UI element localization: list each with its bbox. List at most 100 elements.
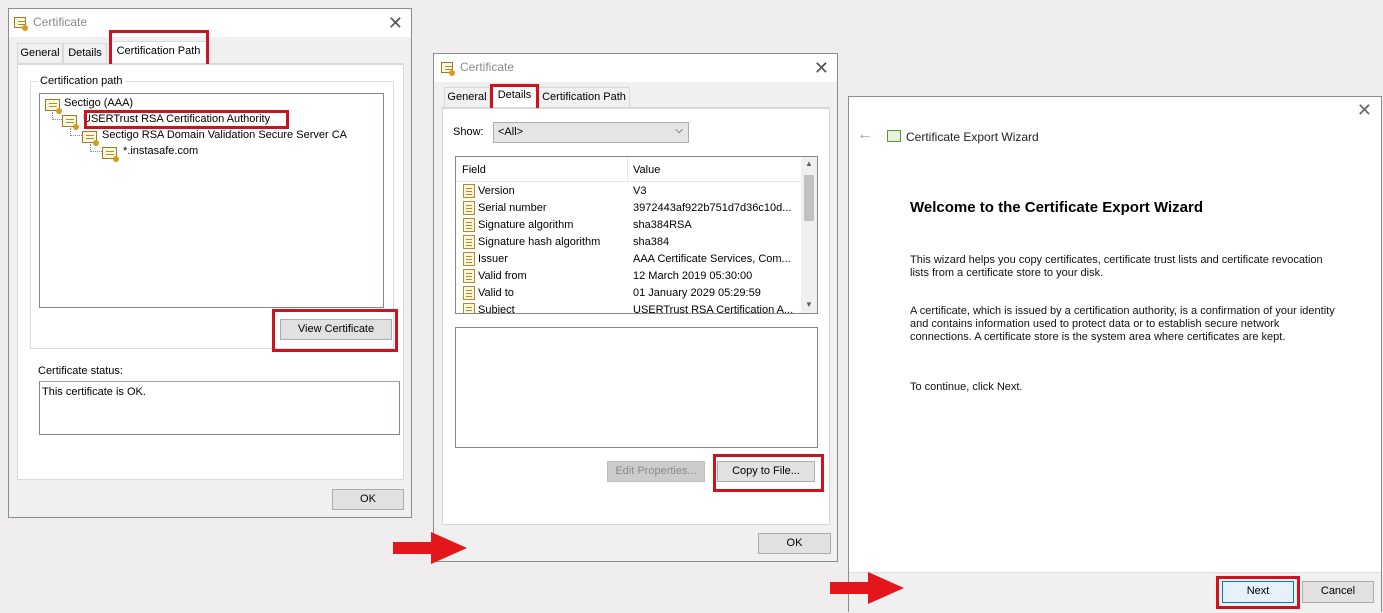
certificate-icon: [441, 62, 455, 76]
title-bar: Certificate ✕: [434, 54, 837, 82]
show-label: Show:: [453, 126, 484, 138]
field-detail-box: [455, 327, 818, 448]
tree-item-root[interactable]: Sectigo (AAA): [64, 97, 133, 109]
column-header-value[interactable]: Value: [633, 164, 660, 176]
certificate-dialog-path: Certificate ✕ General Details Certificat…: [8, 8, 412, 518]
field-name: Subject: [478, 304, 515, 314]
table-row[interactable]: Valid from 12 March 2019 05:30:00: [456, 268, 800, 285]
edit-properties-button: Edit Properties...: [607, 461, 705, 482]
window-title: Certificate: [460, 60, 515, 74]
tab-label: Certification Path: [542, 91, 626, 103]
table-row[interactable]: Serial number 3972443af922b751d7d36c10d..…: [456, 200, 800, 217]
field-icon: [463, 303, 475, 313]
certificate-icon: [14, 17, 28, 31]
wizard-heading: Welcome to the Certificate Export Wizard: [910, 199, 1203, 216]
red-arrow-icon: [393, 532, 467, 564]
tab-label: Details: [68, 47, 102, 59]
window-title: Certificate: [33, 15, 88, 29]
cancel-button[interactable]: Cancel: [1302, 581, 1374, 603]
wizard-paragraph-1: This wizard helps you copy certificates,…: [910, 254, 1323, 279]
ok-label: OK: [360, 493, 376, 505]
highlight-usertrust: [84, 110, 289, 129]
scroll-thumb[interactable]: [804, 175, 814, 221]
certificate-status-box: This certificate is OK.: [39, 381, 400, 435]
tab-general[interactable]: General: [444, 87, 490, 107]
leaf-certificate-icon: [102, 147, 119, 162]
field-name: Serial number: [478, 202, 547, 214]
cancel-label: Cancel: [1320, 585, 1356, 597]
wizard-icon: [887, 130, 901, 142]
certificate-status-text: This certificate is OK.: [42, 386, 146, 398]
red-arrow-icon: [830, 572, 904, 604]
edit-properties-label: Edit Properties...: [615, 465, 697, 477]
tab-general[interactable]: General: [17, 43, 63, 63]
field-value: AAA Certificate Services, Com...: [633, 253, 791, 265]
ok-button[interactable]: OK: [758, 533, 831, 554]
chevron-down-icon: ⌵: [675, 125, 683, 136]
certificate-dialog-details: Certificate ✕ General Details Certificat…: [433, 53, 838, 562]
scroll-down-icon[interactable]: ▼: [805, 300, 813, 309]
field-value: 3972443af922b751d7d36c10d...: [633, 202, 792, 214]
intermediate-certificate-icon: [62, 115, 79, 130]
field-value: 12 March 2019 05:30:00: [633, 270, 753, 282]
field-name: Valid to: [478, 287, 514, 299]
field-icon: [463, 286, 475, 300]
highlight-tab-details: [490, 84, 539, 111]
table-row[interactable]: Signature hash algorithm sha384: [456, 234, 800, 251]
list-header: Field Value: [456, 157, 802, 182]
field-value: sha384RSA: [633, 219, 692, 231]
field-icon: [463, 184, 475, 198]
table-row[interactable]: Version V3: [456, 183, 800, 200]
field-name: Signature hash algorithm: [478, 236, 601, 248]
close-icon[interactable]: ✕: [1357, 101, 1372, 119]
field-name: Version: [478, 185, 515, 197]
tab-certification-path[interactable]: Certification Path: [538, 87, 630, 107]
title-bar: Certificate ✕: [9, 9, 411, 37]
root-certificate-icon: [45, 99, 62, 114]
highlight-copy-to-file: [713, 454, 824, 492]
ok-button[interactable]: OK: [332, 489, 404, 510]
field-value: sha384: [633, 236, 670, 248]
tree-item-leaf[interactable]: *.instasafe.com: [123, 145, 198, 157]
show-select[interactable]: <All> ⌵: [493, 122, 689, 143]
field-icon: [463, 201, 475, 215]
field-name: Issuer: [478, 253, 508, 265]
tab-content-panel: Certification path Sectigo (AAA) USERTru…: [17, 64, 404, 480]
tab-label: General: [447, 91, 487, 103]
field-value: V3: [633, 185, 647, 197]
field-value: USERTrust RSA Certification A...: [633, 304, 794, 314]
issuing-ca-certificate-icon: [82, 131, 99, 146]
field-name: Signature algorithm: [478, 219, 574, 231]
highlight-view-certificate: [272, 309, 398, 352]
table-row[interactable]: Signature algorithm sha384RSA: [456, 217, 800, 234]
tab-details[interactable]: Details: [63, 43, 107, 63]
certificate-status-label: Certificate status:: [38, 365, 123, 377]
tab-label: General: [20, 47, 60, 59]
field-icon: [463, 269, 475, 283]
field-icon: [463, 235, 475, 249]
certification-path-label: Certification path: [38, 75, 125, 87]
table-row[interactable]: Subject USERTrust RSA Certification A...: [456, 302, 800, 314]
field-value: 01 January 2029 05:29:59: [633, 287, 761, 299]
field-icon: [463, 252, 475, 266]
table-row[interactable]: Issuer AAA Certificate Services, Com...: [456, 251, 800, 268]
certificate-export-wizard: ✕ ← Certificate Export Wizard Welcome to…: [848, 96, 1382, 612]
tree-item-issuing-ca[interactable]: Sectigo RSA Domain Validation Secure Ser…: [102, 129, 347, 141]
vertical-scrollbar[interactable]: ▲ ▼: [801, 157, 817, 313]
field-icon: [463, 218, 475, 232]
field-list[interactable]: Field Value Version V3 Serial number 39724…: [455, 156, 818, 314]
table-row[interactable]: Valid to 01 January 2029 05:29:59: [456, 285, 800, 302]
close-icon[interactable]: ✕: [388, 14, 403, 32]
wizard-paragraph-3: To continue, click Next.: [910, 381, 1023, 393]
ok-label: OK: [786, 537, 803, 549]
back-arrow-icon[interactable]: ←: [857, 126, 873, 144]
tab-content-panel: Show: <All> ⌵ Field Value Version V3 Seri…: [442, 108, 830, 525]
wizard-paragraph-2: A certificate, which is issued by a cert…: [910, 305, 1335, 343]
wizard-title: Certificate Export Wizard: [906, 130, 1039, 144]
field-name: Valid from: [478, 270, 527, 282]
highlight-next: [1216, 576, 1300, 609]
close-icon[interactable]: ✕: [814, 59, 829, 77]
show-select-value: <All>: [498, 126, 524, 138]
column-header-field[interactable]: Field: [462, 164, 486, 176]
scroll-up-icon[interactable]: ▲: [805, 159, 813, 168]
